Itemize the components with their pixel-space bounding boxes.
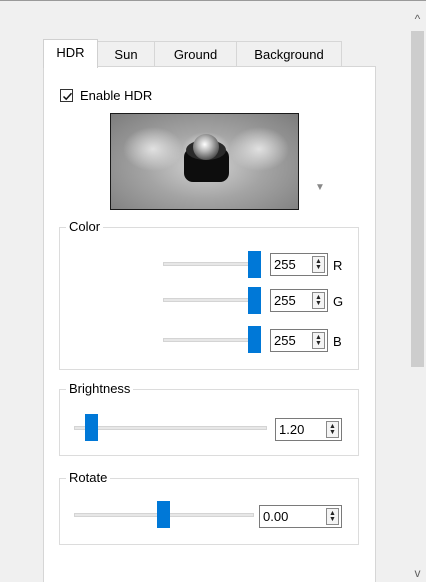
green-channel-label: G — [333, 294, 344, 309]
red-value: 255 — [274, 257, 296, 272]
spin-down-icon[interactable]: ▼ — [327, 516, 338, 523]
green-value-spinbox[interactable]: 255 ▲ ▼ — [270, 289, 328, 312]
checkmark-icon — [62, 92, 73, 101]
enable-hdr-checkbox[interactable] — [60, 89, 73, 102]
green-spin-buttons[interactable]: ▲ ▼ — [312, 292, 325, 309]
tab-ground[interactable]: Ground — [154, 41, 237, 68]
blue-value: 255 — [274, 333, 296, 348]
red-value-spinbox[interactable]: 255 ▲ ▼ — [270, 253, 328, 276]
tab-sun[interactable]: Sun — [97, 41, 155, 68]
blue-spin-buttons[interactable]: ▲ ▼ — [312, 332, 325, 349]
blue-value-spinbox[interactable]: 255 ▲ ▼ — [270, 329, 328, 352]
blue-channel-label: B — [333, 334, 342, 349]
brightness-value: 1.20 — [279, 422, 305, 437]
brightness-spin-buttons[interactable]: ▲ ▼ — [326, 421, 339, 438]
red-channel-label: R — [333, 258, 343, 273]
green-value: 255 — [274, 293, 296, 308]
hdr-scene-image — [123, 127, 289, 182]
red-slider-thumb[interactable] — [248, 251, 261, 278]
rotate-value-spinbox[interactable]: 0.00 ▲ ▼ — [259, 505, 342, 528]
rotate-spin-buttons[interactable]: ▲ ▼ — [326, 508, 339, 525]
enable-hdr-label: Enable HDR — [80, 88, 153, 103]
brightness-slider-thumb[interactable] — [85, 414, 98, 441]
preview-dropdown-icon[interactable]: ▼ — [315, 182, 325, 193]
brightness-group-title: Brightness — [66, 381, 134, 396]
scroll-down-icon[interactable]: v — [409, 565, 426, 582]
spin-down-icon[interactable]: ▼ — [327, 429, 338, 436]
brightness-value-spinbox[interactable]: 1.20 ▲ ▼ — [275, 418, 342, 441]
tab-background[interactable]: Background — [236, 41, 342, 68]
scrollbar-thumb[interactable] — [411, 31, 424, 367]
spin-down-icon[interactable]: ▼ — [313, 264, 324, 271]
green-slider-thumb[interactable] — [248, 287, 261, 314]
spin-down-icon[interactable]: ▼ — [313, 300, 324, 307]
color-group-title: Color — [66, 219, 104, 234]
rotate-value: 0.00 — [263, 509, 289, 524]
blue-slider-thumb[interactable] — [248, 326, 261, 353]
scroll-up-icon[interactable]: ^ — [409, 11, 426, 28]
red-spin-buttons[interactable]: ▲ ▼ — [312, 256, 325, 273]
red-slider-track[interactable] — [163, 262, 256, 266]
window-top-edge — [0, 0, 426, 10]
tab-hdr[interactable]: HDR — [43, 39, 98, 68]
rotate-group-title: Rotate — [66, 470, 111, 485]
blue-slider-track[interactable] — [163, 338, 256, 342]
rotate-slider-thumb[interactable] — [157, 501, 170, 528]
spin-down-icon[interactable]: ▼ — [313, 340, 324, 347]
brightness-slider-track[interactable] — [74, 426, 267, 430]
green-slider-track[interactable] — [163, 298, 256, 302]
hdr-preview-image[interactable] — [110, 113, 299, 210]
vertical-scrollbar[interactable]: ^ v — [409, 9, 426, 582]
